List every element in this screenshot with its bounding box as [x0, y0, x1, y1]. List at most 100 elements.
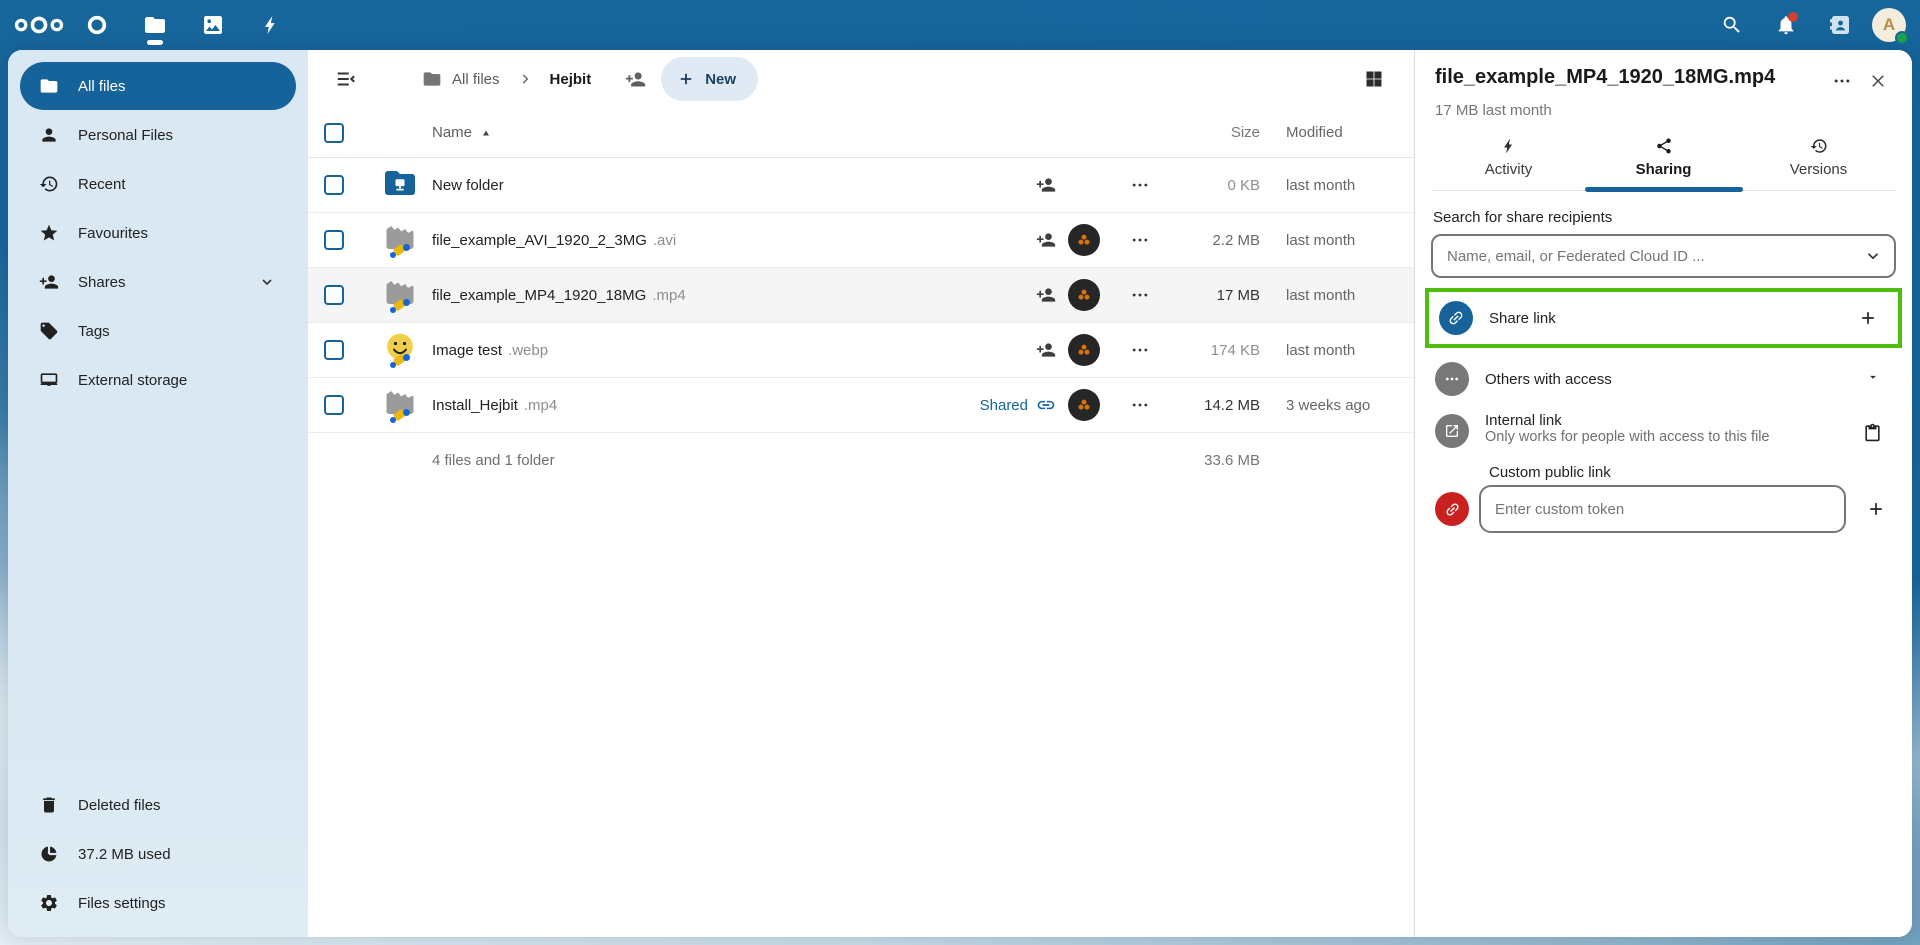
- file-name[interactable]: New folder: [432, 177, 924, 194]
- others-with-access-row[interactable]: Others with access: [1431, 354, 1896, 404]
- triangle-down-icon: [1866, 370, 1880, 384]
- search-icon: [1721, 14, 1743, 36]
- link-icon[interactable]: [1036, 395, 1056, 415]
- nextcloud-logo[interactable]: [14, 0, 64, 50]
- file-name[interactable]: file_example_MP4_1920_18MG.mp4: [432, 287, 924, 304]
- row-actions-button[interactable]: [1112, 340, 1168, 360]
- sidebar-item-favourites[interactable]: Favourites: [20, 209, 296, 257]
- ellipsis-icon: [1130, 285, 1150, 305]
- file-name[interactable]: file_example_AVI_1920_2_3MG.avi: [432, 232, 924, 249]
- file-extension: .webp: [508, 342, 548, 359]
- app-photos-button[interactable]: [188, 0, 238, 50]
- sidebar-item-label: Recent: [78, 176, 278, 193]
- select-all-checkbox[interactable]: [324, 123, 344, 143]
- shared-folder-icon: [382, 165, 418, 205]
- custom-link-row: [1431, 485, 1896, 541]
- sidebar-item-all-files[interactable]: All files: [20, 62, 296, 110]
- app-dashboard-button[interactable]: [72, 0, 122, 50]
- file-table-header: Name Size Modified: [308, 108, 1414, 158]
- top-bar: A: [0, 0, 1920, 50]
- sidebar-item-deleted-files[interactable]: Deleted files: [20, 781, 296, 829]
- summary-count: 4 files and 1 folder: [432, 452, 555, 469]
- app-activity-button[interactable]: [246, 0, 296, 50]
- person-plus-icon[interactable]: [1036, 175, 1056, 195]
- person-plus-icon: [38, 272, 60, 292]
- sort-by-name[interactable]: Name: [432, 124, 924, 141]
- app-files-button[interactable]: [130, 0, 180, 50]
- table-row[interactable]: Image test.webp 174 KB last month: [308, 323, 1414, 378]
- create-share-link-button[interactable]: [1848, 298, 1888, 338]
- file-name[interactable]: Image test.webp: [432, 342, 924, 359]
- sidebar-item-recent[interactable]: Recent: [20, 160, 296, 208]
- share-recipient-input[interactable]: [1431, 234, 1896, 278]
- custom-link-icon: [1435, 492, 1469, 526]
- tab-label: Activity: [1485, 161, 1533, 178]
- new-button[interactable]: New: [661, 57, 758, 101]
- collapse-sidebar-button[interactable]: [324, 57, 368, 101]
- table-row[interactable]: file_example_MP4_1920_18MG.mp4 17 MB las…: [308, 268, 1414, 323]
- row-actions-button[interactable]: [1112, 285, 1168, 305]
- row-checkbox[interactable]: [324, 395, 344, 415]
- internal-link-row[interactable]: Internal link Only works for people with…: [1431, 404, 1896, 460]
- tab-versions[interactable]: Versions: [1741, 129, 1896, 190]
- row-actions-button[interactable]: [1112, 175, 1168, 195]
- expand-others-button[interactable]: [1854, 370, 1892, 388]
- sidebar-item-shares[interactable]: Shares: [20, 258, 296, 306]
- dashboard-icon: [86, 14, 108, 36]
- row-checkbox[interactable]: [324, 175, 344, 195]
- share-link-row[interactable]: Share link: [1425, 288, 1902, 348]
- share-link-icon: [1439, 301, 1473, 335]
- person-plus-icon[interactable]: [1036, 230, 1056, 250]
- breadcrumb-all-files[interactable]: All files: [414, 63, 508, 95]
- row-checkbox[interactable]: [324, 230, 344, 250]
- person-plus-icon[interactable]: [1036, 340, 1056, 360]
- table-row[interactable]: file_example_AVI_1920_2_3MG.avi 2.2 MB l…: [308, 213, 1414, 268]
- row-actions-button[interactable]: [1112, 230, 1168, 250]
- clipboard-copy-icon: [1863, 423, 1882, 442]
- image-file-icon: [382, 330, 418, 370]
- grid-view-toggle[interactable]: [1352, 57, 1396, 101]
- table-row[interactable]: New folder 0 KB last month: [308, 158, 1414, 213]
- internal-link-icon: [1435, 414, 1469, 448]
- tab-sharing[interactable]: Sharing: [1586, 129, 1741, 190]
- sidebar-item-files-settings[interactable]: Files settings: [20, 879, 296, 927]
- column-name-label: Name: [432, 124, 472, 141]
- contacts-icon: [1828, 13, 1852, 37]
- column-modified-label[interactable]: Modified: [1260, 124, 1406, 141]
- contacts-button[interactable]: [1818, 3, 1862, 47]
- notifications-button[interactable]: [1764, 3, 1808, 47]
- shared-status-link[interactable]: Shared: [980, 397, 1028, 414]
- breadcrumb-current-folder[interactable]: Hejbit: [542, 65, 600, 94]
- person-plus-icon[interactable]: [1036, 285, 1056, 305]
- custom-token-input[interactable]: [1479, 485, 1846, 533]
- file-size: 174 KB: [1168, 342, 1260, 359]
- file-name[interactable]: Install_Hejbit.mp4: [432, 397, 924, 414]
- copy-internal-link-button[interactable]: [1852, 412, 1892, 452]
- owner-avatar[interactable]: [1068, 389, 1100, 421]
- panel-close-button[interactable]: [1860, 66, 1896, 96]
- add-custom-link-button[interactable]: [1856, 489, 1896, 529]
- column-size-label[interactable]: Size: [1168, 124, 1260, 141]
- row-checkbox[interactable]: [324, 340, 344, 360]
- custom-link-label: Custom public link: [1489, 464, 1896, 481]
- search-button[interactable]: [1710, 3, 1754, 47]
- chevron-down-icon[interactable]: [256, 274, 278, 290]
- table-row[interactable]: Install_Hejbit.mp4 Shared 14.2 MB 3 week…: [308, 378, 1414, 433]
- tab-activity[interactable]: Activity: [1431, 129, 1586, 190]
- versions-history-icon: [1810, 137, 1828, 155]
- sidebar-spacer: [20, 404, 296, 781]
- sidebar-item-quota[interactable]: 37.2 MB used: [20, 830, 296, 878]
- row-checkbox[interactable]: [324, 285, 344, 305]
- owner-avatar[interactable]: [1068, 279, 1100, 311]
- collapse-sidebar-icon: [335, 68, 357, 90]
- owner-avatar[interactable]: [1068, 224, 1100, 256]
- user-avatar[interactable]: A: [1872, 8, 1906, 42]
- sidebar-item-personal-files[interactable]: Personal Files: [20, 111, 296, 159]
- owner-avatar[interactable]: [1068, 334, 1100, 366]
- share-folder-button[interactable]: [613, 57, 657, 101]
- row-actions-button[interactable]: [1112, 395, 1168, 415]
- ellipsis-icon: [1130, 230, 1150, 250]
- sidebar-item-tags[interactable]: Tags: [20, 307, 296, 355]
- panel-more-button[interactable]: [1824, 66, 1860, 96]
- sidebar-item-external-storage[interactable]: External storage: [20, 356, 296, 404]
